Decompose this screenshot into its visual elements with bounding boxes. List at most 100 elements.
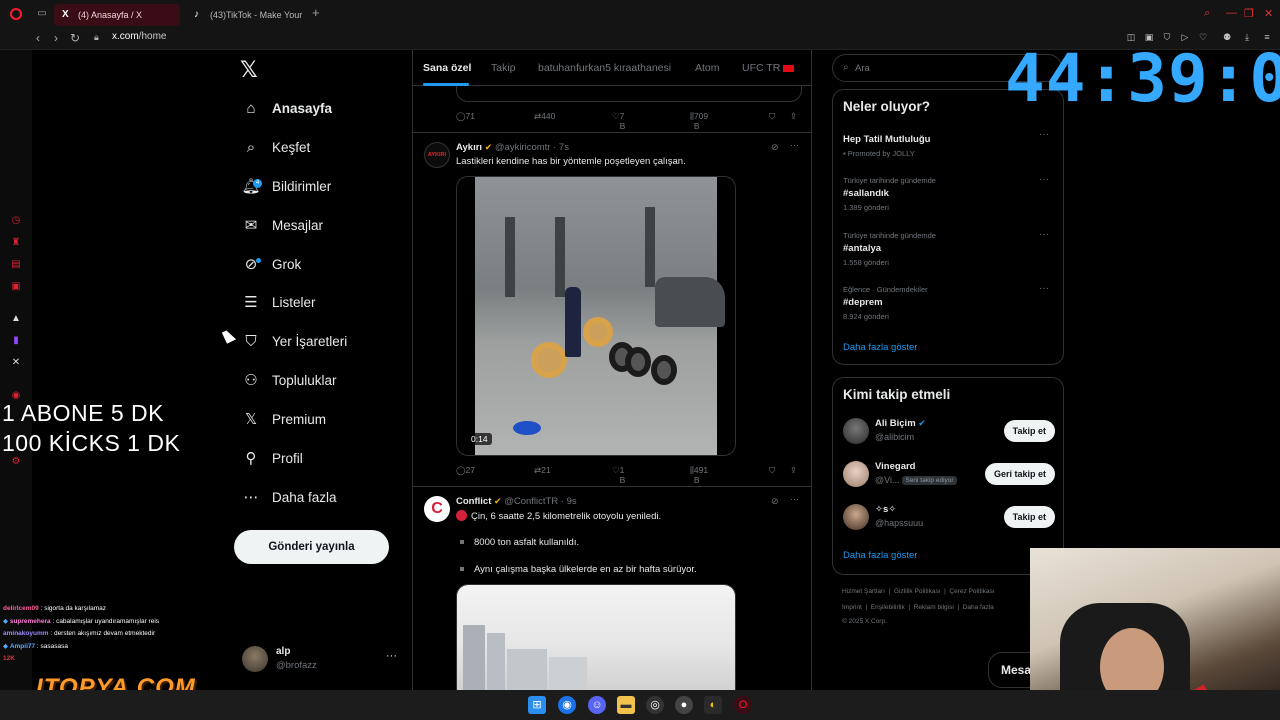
nav-notifications[interactable]: 🔔︎ 4 Bildirimler [240, 172, 331, 200]
footer-link[interactable]: Hizmet Şartları [842, 588, 885, 595]
close-button[interactable]: ✕ [1264, 7, 1273, 20]
bookmark-button[interactable]: ⛉ [769, 465, 775, 476]
nav-lists[interactable]: ☰ Listeler [240, 288, 315, 316]
repost-button[interactable]: ⇄ 21 [534, 465, 551, 476]
avatar[interactable]: AYKIRI [424, 142, 450, 168]
footer-link[interactable]: Gizlilik Politikası [894, 588, 941, 595]
aria-icon[interactable]: ▲ [10, 313, 22, 325]
follow-suggestion[interactable]: Ali Biçim ✔ @alibicim Takip et [843, 416, 1055, 448]
tab-following[interactable]: Takip [491, 62, 516, 74]
views-button[interactable]: ⫼ 491 B [690, 465, 708, 485]
wallet-icon[interactable]: ▣ [10, 281, 22, 293]
forward-button[interactable]: › [54, 31, 58, 45]
settings-icon[interactable]: ⚙ [10, 456, 22, 468]
back-button[interactable]: ‹ [36, 31, 40, 45]
author-handle[interactable]: @ConflictTR [504, 496, 558, 507]
app-icon[interactable]: ● [675, 696, 693, 714]
footer-link[interactable]: Reklam bilgisi [914, 604, 954, 611]
nav-messages[interactable]: ✉ Mesajlar [240, 211, 323, 239]
follow-back-button[interactable]: Geri takip et [984, 463, 1055, 485]
minimize-button[interactable]: — [1226, 7, 1237, 19]
opera-taskbar-icon[interactable]: O [734, 696, 752, 714]
x-sidebar-icon[interactable]: ✕ [10, 357, 22, 369]
nav-premium[interactable]: 𝕏 Premium [240, 405, 326, 433]
nav-bookmarks[interactable]: ⛉ Yer İşaretleri [240, 327, 347, 355]
grok-explain-icon[interactable]: ⊘ [771, 142, 779, 153]
tab-x-home[interactable]: X (4) Anasayfa / X [54, 4, 180, 26]
tweet-image[interactable] [456, 584, 736, 690]
footer-link[interactable]: Çerez Politikası [949, 588, 994, 595]
reply-button[interactable]: ◯ 27 [456, 465, 475, 476]
account-switcher[interactable]: alp @brofazz ··· [242, 644, 412, 674]
reload-button[interactable]: ↻ [70, 31, 80, 45]
more-icon[interactable]: ··· [790, 140, 799, 150]
bookmark-button[interactable]: ⛉ [769, 111, 775, 122]
author-name[interactable]: Aykırı [456, 142, 482, 153]
show-more-link[interactable]: Daha fazla göster [843, 550, 917, 561]
windows-start-icon[interactable]: ⊞ [528, 696, 546, 714]
follow-button[interactable]: Takip et [1003, 420, 1055, 442]
discord-icon[interactable]: ☺ [588, 696, 606, 714]
search-tabs-icon[interactable]: ⌕ [1204, 7, 1210, 20]
share-button[interactable]: ⇪ [790, 465, 797, 476]
show-more-link[interactable]: Daha fazla göster [843, 342, 917, 353]
follow-button[interactable]: Takip et [1003, 506, 1055, 528]
opera-logo-icon[interactable] [10, 8, 22, 20]
like-button[interactable]: ♡ 1 B [612, 465, 625, 485]
messenger-icon[interactable]: ▤ [10, 259, 22, 271]
author-name[interactable]: Conflict [456, 496, 491, 507]
maximize-button[interactable]: ❐ [1244, 7, 1254, 20]
chrome-icon[interactable]: ◉ [558, 696, 576, 714]
twitch-icon[interactable]: ▮ [10, 335, 22, 347]
nav-grok[interactable]: ⊘ Grok [240, 250, 302, 278]
tweet-time[interactable]: 7s [559, 142, 569, 153]
file-explorer-icon[interactable]: ▬ [617, 696, 635, 714]
post-button[interactable]: Gönderi yayınla [234, 530, 389, 564]
trend-item[interactable]: Eğlence · Gündemdekiler #deprem 8.924 gö… [843, 283, 1055, 321]
more-icon[interactable]: ··· [1039, 229, 1049, 240]
tab-list-batuhan[interactable]: batuhanfurkan5 kıraathanesi [538, 62, 671, 74]
more-icon[interactable]: ··· [386, 650, 397, 662]
x-logo-icon[interactable]: 𝕏 [240, 57, 258, 83]
share-button[interactable]: ⇪ [790, 111, 797, 122]
footer-link[interactable]: Erişilebilirlik [871, 604, 905, 611]
tab-ufc-tr[interactable]: UFC TR [742, 62, 795, 74]
nav-home[interactable]: ⌂ Anasayfa [240, 94, 332, 122]
previous-tweet-media[interactable] [456, 86, 802, 102]
tweet-video[interactable]: 0:14 [456, 176, 736, 456]
obs-icon[interactable]: ◎ [646, 696, 664, 714]
history-icon[interactable]: ◷ [10, 215, 22, 227]
more-icon[interactable]: ··· [1039, 129, 1049, 140]
workspaces-icon[interactable]: ▭ [36, 8, 48, 20]
like-button[interactable]: ♡ 7 B [612, 111, 625, 131]
grok-explain-icon[interactable]: ⊘ [771, 496, 779, 507]
reply-button[interactable]: ◯ 71 [456, 111, 475, 122]
views-button[interactable]: ⫼ 709 B [690, 111, 708, 131]
nav-profile[interactable]: ⚲ Profil [240, 444, 303, 472]
more-icon[interactable]: ··· [1039, 174, 1049, 185]
trend-item[interactable]: Hep Tatil Mutluluğu ▪ Promoted by JOLLY … [843, 129, 1055, 158]
author-handle[interactable]: @aykiricomtr [495, 142, 551, 153]
nav-explore[interactable]: ⌕ Keşfet [240, 133, 310, 161]
more-icon[interactable]: ··· [790, 494, 799, 504]
avatar[interactable]: C [424, 496, 450, 522]
url-field[interactable]: x.com/home [112, 31, 166, 42]
nav-more[interactable]: ⋯ Daha fazla [240, 483, 337, 511]
trend-item[interactable]: Türkiye tarihinde gündemde #sallandık 1.… [843, 174, 1055, 212]
nav-communities[interactable]: ⚇ Topluluklar [240, 366, 336, 394]
new-tab-button[interactable]: + [312, 6, 320, 20]
more-icon[interactable]: ··· [1039, 283, 1049, 294]
follow-suggestion[interactable]: Vinegard @Vi... Seni takip ediyor Geri ta… [843, 459, 1055, 491]
repost-button[interactable]: ⇄ 440 [534, 111, 555, 122]
follow-suggestion[interactable]: ✧s✧ @hapssuuu Takip et [843, 502, 1055, 534]
footer-link[interactable]: Imprint [842, 604, 862, 611]
tweet-time[interactable]: 9s [567, 496, 577, 507]
app-icon[interactable]: ◐ [704, 696, 722, 714]
tab-for-you[interactable]: Sana özel [423, 62, 471, 74]
trend-item[interactable]: Türkiye tarihinde gündemde #antalya 1.55… [843, 229, 1055, 267]
tab-tiktok[interactable]: ♪ (43)TikTok - Make Your D [186, 4, 304, 26]
footer-link[interactable]: Daha fazla [963, 604, 994, 611]
tab-atom[interactable]: Atom [695, 62, 720, 74]
ai-icon[interactable]: ♜ [10, 237, 22, 249]
overlay-sub-goal: 1 ABONE 5 DK [2, 400, 164, 426]
